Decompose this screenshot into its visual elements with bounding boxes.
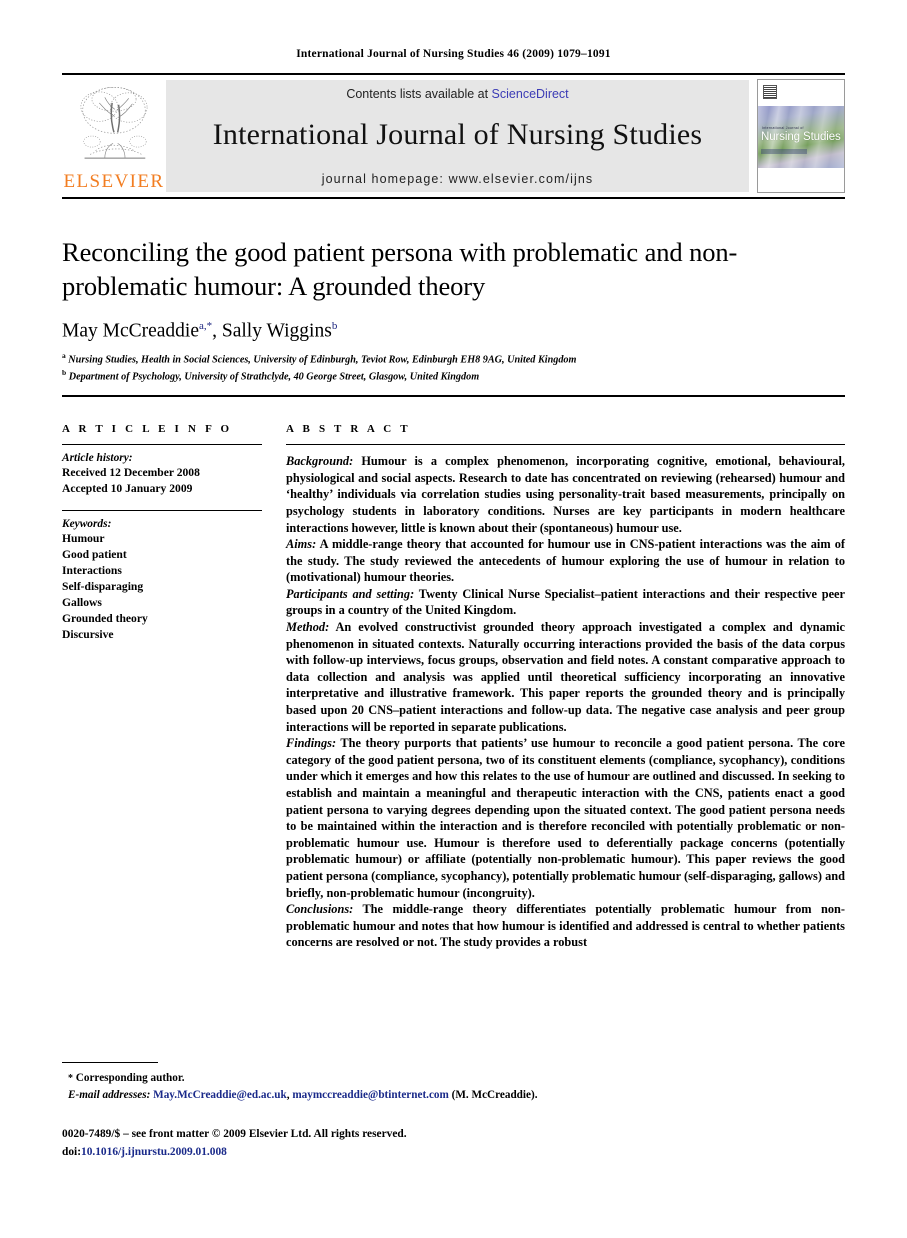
- doi-line: doi:10.1016/j.ijnurstu.2009.01.008: [62, 1144, 407, 1162]
- author-list: May McCreaddiea,*, Sally Wigginsb: [62, 319, 338, 342]
- page-title: Reconciling the good patient persona wit…: [62, 237, 738, 302]
- email-addresses-label: E-mail addresses:: [68, 1088, 151, 1101]
- article-info-divider: [62, 444, 262, 446]
- title-block: Reconciling the good patient persona wit…: [62, 235, 845, 398]
- contents-available-line: Contents lists available at ScienceDirec…: [346, 87, 568, 101]
- abstract-section-text: An evolved constructivist grounded theor…: [286, 620, 845, 734]
- author-marks: a,*: [199, 319, 213, 332]
- doi-link[interactable]: 10.1016/j.ijnurstu.2009.01.008: [81, 1146, 227, 1158]
- journal-band: Contents lists available at ScienceDirec…: [166, 80, 749, 192]
- email-link-secondary[interactable]: maymccreaddie@btinternet.com: [292, 1089, 449, 1101]
- article-history-received: Received 12 December 2008: [62, 466, 200, 480]
- affiliation-text: Nursing Studies, Health in Social Scienc…: [68, 354, 577, 366]
- email-addresses-note: E-mail addresses: May.McCreaddie@ed.ac.u…: [62, 1087, 845, 1104]
- abstract-section-label: Method:: [286, 620, 330, 635]
- contents-prefix: Contents lists available at: [346, 86, 492, 101]
- author-name: May McCreaddie: [62, 320, 199, 342]
- affiliation-item: a Nursing Studies, Health in Social Scie…: [62, 351, 845, 368]
- journal-title: International Journal of Nursing Studies: [212, 117, 703, 151]
- keyword-item: Discursive: [62, 628, 114, 641]
- keyword-item: Interactions: [62, 564, 122, 578]
- affiliation-text: Department of Psychology, University of …: [68, 371, 480, 383]
- abstract-heading: A B S T R A C T: [286, 423, 411, 436]
- email-owner: (M. McCreaddie).: [448, 1088, 538, 1101]
- front-matter-line: 0020-7489/$ – see front matter © 2009 El…: [62, 1128, 407, 1140]
- abstract-column: A B S T R A C T Background: Humour is a …: [286, 423, 845, 951]
- affiliation-item: b Department of Psychology, University o…: [62, 368, 845, 385]
- article-history-accepted: Accepted 10 January 2009: [62, 482, 193, 496]
- corresponding-author-note: * Corresponding author.: [62, 1070, 845, 1087]
- elsevier-wordmark: ELSEVIER: [63, 171, 165, 192]
- abstract-section: Aims: A middle-range theory that account…: [286, 536, 845, 586]
- author-marks: b: [331, 319, 338, 332]
- keywords-divider: [62, 510, 262, 512]
- cover-superlabel: International Journal of: [762, 126, 804, 130]
- keyword-item: Good patient: [62, 548, 127, 562]
- abstract-section: Method: An evolved constructivist ground…: [286, 619, 845, 735]
- journal-cover-thumbnail[interactable]: International Journal of Nursing Studies: [757, 79, 845, 193]
- keyword-item: Gallows: [62, 596, 102, 610]
- journal-masthead: ELSEVIER Contents lists available at Sci…: [62, 73, 845, 199]
- abstract-section-label: Findings:: [286, 736, 337, 751]
- keyword-item: Self-disparaging: [62, 580, 144, 594]
- cover-publisher-icon: [763, 85, 777, 99]
- corresponding-author-text: Corresponding author.: [75, 1072, 185, 1084]
- abstract-section-label: Participants and setting:: [286, 586, 415, 601]
- cover-title: Nursing Studies: [761, 131, 841, 143]
- abstract-divider: [286, 444, 845, 446]
- article-info-column: A R T I C L E I N F O Article history: R…: [62, 423, 286, 643]
- abstract-section-label: Conclusions:: [286, 902, 354, 917]
- elsevier-tree-icon: [80, 86, 148, 159]
- abstract-section: Findings: The theory purports that patie…: [286, 735, 845, 901]
- abstract-section-text: The theory purports that patients’ use h…: [286, 736, 845, 900]
- journal-homepage-line[interactable]: journal homepage: www.elsevier.com/ijns: [322, 172, 593, 186]
- title-divider: [62, 395, 845, 398]
- abstract-section-text: A middle-range theory that accounted for…: [286, 537, 845, 585]
- abstract-section-text: Humour is a complex phenomenon, incorpor…: [286, 454, 845, 535]
- running-head: International Journal of Nursing Studies…: [296, 48, 611, 60]
- corresponding-author-marker: *: [68, 1073, 73, 1084]
- abstract-section-text: The middle-range theory differentiates p…: [286, 902, 845, 950]
- keyword-item: Grounded theory: [62, 612, 148, 626]
- affiliation-mark: b: [62, 368, 67, 378]
- abstract-section: Background: Humour is a complex phenomen…: [286, 453, 845, 536]
- keyword-item: Humour: [62, 532, 105, 546]
- abstract-section-label: Aims:: [286, 537, 317, 552]
- abstract-section-label: Background:: [286, 454, 354, 469]
- affiliation-mark: a: [62, 351, 66, 361]
- cover-footer-block: [761, 149, 807, 154]
- sciencedirect-link[interactable]: ScienceDirect: [492, 87, 569, 101]
- doi-label: doi:: [62, 1145, 81, 1158]
- email-link-primary[interactable]: May.McCreaddie@ed.ac.uk: [153, 1089, 287, 1101]
- footnote-divider: [62, 1062, 158, 1063]
- journal-article-page: International Journal of Nursing Studies…: [0, 0, 907, 1238]
- affiliation-list: a Nursing Studies, Health in Social Scie…: [62, 351, 845, 385]
- elsevier-logo: ELSEVIER: [62, 75, 166, 197]
- colophon-block: 0020-7489/$ – see front matter © 2009 El…: [62, 1126, 407, 1161]
- author-name: Sally Wiggins: [221, 320, 332, 342]
- abstract-section: Conclusions: The middle-range theory dif…: [286, 901, 845, 951]
- article-info-heading: A R T I C L E I N F O: [62, 423, 233, 436]
- keywords-label: Keywords:: [62, 518, 112, 531]
- info-abstract-row: A R T I C L E I N F O Article history: R…: [62, 423, 845, 951]
- abstract-section: Participants and setting: Twenty Clinica…: [286, 586, 845, 619]
- article-history-label: Article history:: [62, 452, 133, 465]
- footnote-block: * Corresponding author. E-mail addresses…: [62, 1062, 845, 1104]
